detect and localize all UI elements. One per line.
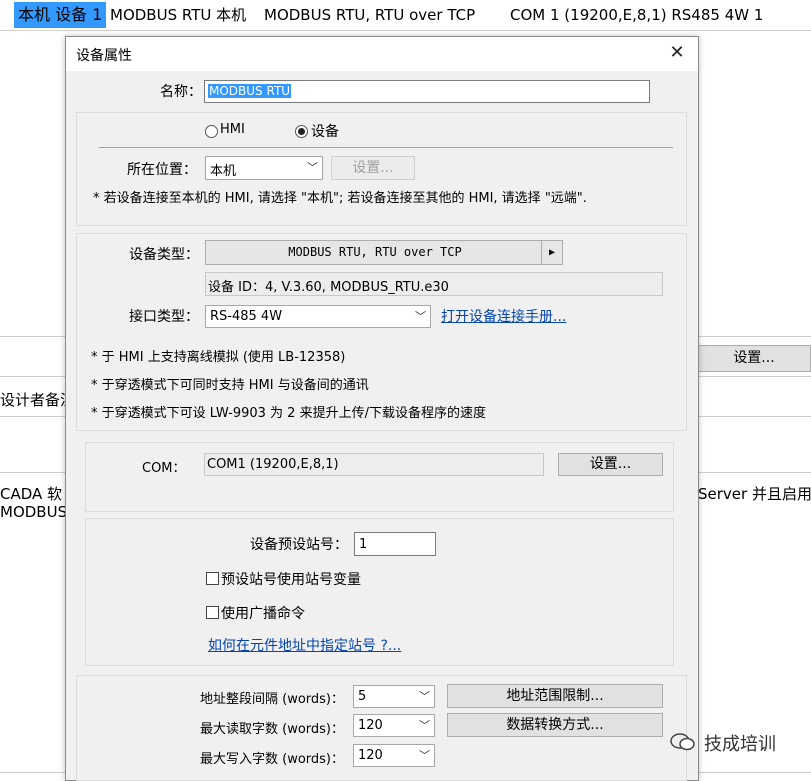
radio-device-label: 设备 [311, 124, 339, 140]
max-write-select[interactable]: 120 ﹀ [353, 744, 435, 767]
station-group: 设备预设站号： 1 预设站号使用站号变量 使用广播命令 如何在元件地址中指定站号… [85, 518, 674, 666]
address-range-limit-button[interactable]: 地址范围限制... [447, 684, 663, 708]
radio-device[interactable] [295, 125, 308, 138]
play-arrow-icon: ▶ [541, 241, 562, 264]
com-group: COM： COM1 (19200,E,8,1) 设置... [85, 442, 674, 512]
row-col4: COM 1 (19200,E,8,1) RS485 4W 1 [510, 6, 764, 24]
chevron-down-icon: ﹀ [419, 749, 430, 762]
row-col3: MODBUS RTU, RTU over TCP [264, 6, 476, 24]
words-group: 地址整段间隔 (words)： 5 ﹀ 地址范围限制... 最大读取字数 (wo… [76, 675, 687, 781]
interface-select-value: RS-485 4W [210, 309, 283, 324]
wechat-icon [670, 733, 695, 751]
device-id-display: 设备 ID：4, V.3.60, MODBUS_RTU.e30 [205, 272, 663, 296]
selected-cell-text: 本机 设备 1 [18, 5, 103, 24]
location-group: HMI 设备 所在位置： 本机 ﹀ 设置... * 若设备连接至本机的 HMI,… [76, 112, 687, 226]
close-icon[interactable]: ✕ [666, 42, 688, 64]
station-input[interactable]: 1 [354, 532, 436, 556]
max-write-value: 120 [358, 748, 383, 763]
chevron-down-icon: ﹀ [415, 310, 426, 323]
interface-label: 接口类型： [129, 309, 199, 325]
name-label: 名称： [160, 84, 202, 100]
location-settings-button[interactable]: 设置... [331, 156, 415, 180]
dialog-titlebar[interactable]: 设备属性 ✕ [66, 37, 698, 71]
interface-select[interactable]: RS-485 4W ﹀ [205, 305, 431, 328]
location-select-value: 本机 [210, 164, 237, 179]
device-type-value: MODBUS RTU, RTU over TCP [288, 245, 462, 259]
name-input-value: MODBUS RTU [208, 84, 292, 98]
device-group: 设备类型： MODBUS RTU, RTU over TCP ▶ 设备 ID：4… [76, 233, 687, 431]
divider [0, 30, 811, 31]
note-offline-sim: * 于 HMI 上支持离线模拟 (使用 LB-12358) [91, 350, 346, 365]
addr-gap-select[interactable]: 5 ﹀ [353, 685, 435, 708]
max-read-value: 120 [358, 718, 383, 733]
data-conversion-button[interactable]: 数据转换方式... [447, 713, 663, 737]
device-type-selector[interactable]: MODBUS RTU, RTU over TCP ▶ [205, 240, 563, 265]
com-value: COM1 (19200,E,8,1) [207, 457, 339, 472]
note-passthrough-comm: * 于穿透模式下可同时支持 HMI 与设备间的通讯 [91, 378, 369, 393]
station-input-value: 1 [359, 537, 368, 552]
max-write-label: 最大写入字数 (words)： [200, 752, 345, 767]
scada-text: CADA 软 [0, 485, 63, 503]
radio-hmi-label: HMI [220, 122, 245, 137]
watermark-text: 技成培训 [704, 734, 776, 755]
dialog-title: 设备属性 [76, 48, 132, 64]
com-settings-button[interactable]: 设置... [558, 453, 663, 476]
device-properties-dialog: 设备属性 ✕ 名称： MODBUS RTU HMI 设备 所在位置： 本机 ﹀ … [65, 36, 699, 781]
addr-gap-label: 地址整段间隔 (words)： [200, 692, 345, 707]
com-display: COM1 (19200,E,8,1) [204, 453, 544, 476]
group-separator [99, 147, 673, 148]
device-id-text: 设备 ID：4, V.3.60, MODBUS_RTU.e30 [208, 280, 449, 295]
name-input[interactable]: MODBUS RTU [204, 80, 650, 103]
station-help-link[interactable]: 如何在元件地址中指定站号 ?... [208, 635, 401, 655]
device-type-label: 设备类型： [129, 247, 199, 263]
station-var-label: 预设站号使用站号变量 [221, 572, 361, 588]
radio-hmi[interactable] [205, 125, 218, 138]
location-select[interactable]: 本机 ﹀ [205, 156, 323, 180]
location-label: 所在位置： [127, 162, 197, 178]
server-text: Server 并且启用 [698, 485, 811, 503]
bg-settings-button[interactable]: 设置... [697, 345, 811, 372]
chevron-down-icon: ﹀ [307, 161, 318, 174]
selected-cell[interactable]: 本机 设备 1 [14, 2, 106, 28]
station-var-checkbox[interactable] [206, 572, 219, 585]
row-col2: MODBUS RTU 本机 [110, 6, 247, 24]
broadcast-checkbox[interactable] [206, 606, 219, 619]
broadcast-label: 使用广播命令 [221, 606, 305, 622]
chevron-down-icon: ﹀ [419, 719, 430, 732]
modbus-text: MODBUS [0, 503, 68, 521]
designer-note-label: 设计者备注 [0, 391, 76, 409]
max-read-select[interactable]: 120 ﹀ [353, 714, 435, 737]
location-note: * 若设备连接至本机的 HMI, 请选择 "本机"; 若设备连接至其他的 HMI… [93, 191, 587, 206]
device-list-row[interactable]: 本机 设备 1 MODBUS RTU 本机 MODBUS RTU, RTU ov… [0, 0, 811, 30]
chevron-down-icon: ﹀ [419, 690, 430, 703]
note-passthrough-speed: * 于穿透模式下可设 LW-9903 为 2 来提升上传/下载设备程序的速度 [91, 406, 486, 421]
addr-gap-value: 5 [358, 689, 367, 704]
max-read-label: 最大读取字数 (words)： [200, 722, 345, 737]
com-label: COM： [142, 461, 186, 476]
device-manual-link[interactable]: 打开设备连接手册... [441, 306, 566, 326]
station-label: 设备预设站号： [250, 537, 348, 553]
